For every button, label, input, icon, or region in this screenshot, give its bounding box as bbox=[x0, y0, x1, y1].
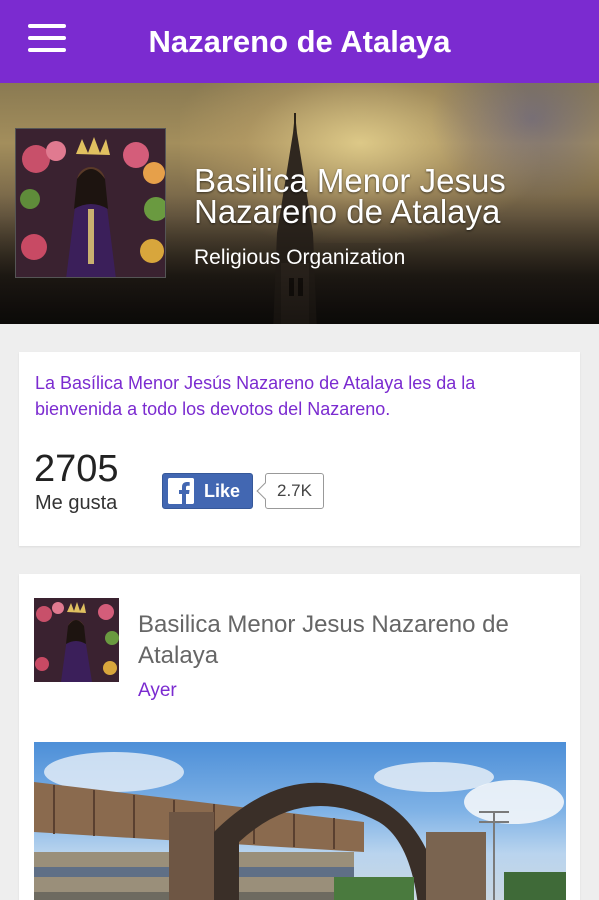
likes-label: Me gusta bbox=[35, 492, 118, 514]
app-title: Nazareno de Atalaya bbox=[148, 24, 451, 59]
about-description: La Basílica Menor Jesús Nazareno de Atal… bbox=[35, 373, 476, 419]
post-photo[interactable] bbox=[34, 742, 566, 900]
like-count-bubble: 2.7K bbox=[265, 473, 324, 509]
about-card: La Basílica Menor Jesús Nazareno de Atal… bbox=[19, 352, 580, 546]
post-author-name[interactable]: Basilica Menor Jesus Nazareno de Atalaya bbox=[138, 609, 568, 671]
post-card: Basilica Menor Jesus Nazareno de Atalaya… bbox=[19, 574, 580, 900]
app-bar: Nazareno de Atalaya bbox=[0, 0, 599, 83]
page-title: Basilica Menor Jesus Nazareno de Atalaya bbox=[194, 162, 506, 230]
like-button-label: Like bbox=[204, 480, 241, 501]
page-profile-photo[interactable] bbox=[15, 128, 166, 278]
post-timestamp[interactable]: Ayer bbox=[138, 680, 177, 702]
likes-count: 2705 bbox=[34, 448, 119, 490]
facebook-like-button[interactable]: Like bbox=[162, 473, 253, 509]
facebook-icon bbox=[168, 478, 194, 504]
post-author-avatar[interactable] bbox=[34, 598, 119, 682]
page-category: Religious Organization bbox=[194, 246, 406, 269]
